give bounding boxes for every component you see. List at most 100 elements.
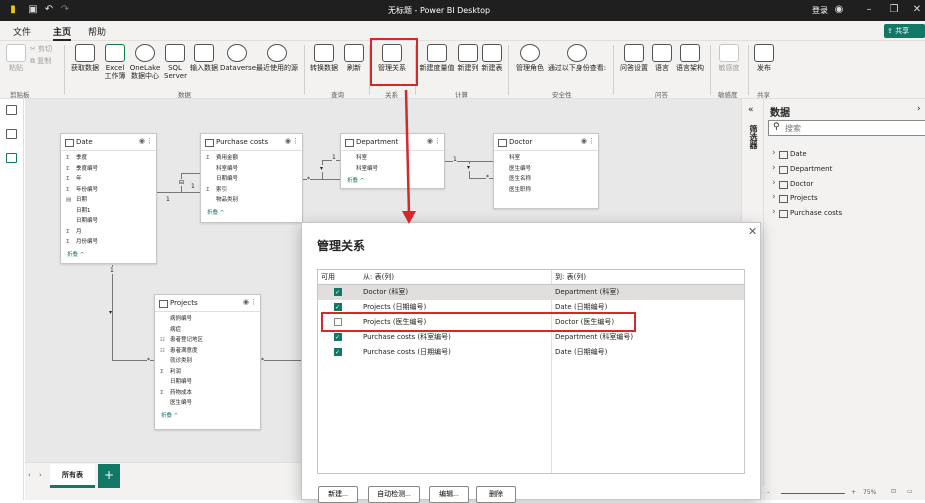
sensitivity-button[interactable]: 敏感度 [714, 44, 744, 72]
field-item[interactable]: Σ 年份编号 [61, 185, 156, 196]
collapse-link[interactable]: 折叠 ^ [201, 206, 302, 216]
field-item[interactable]: ▤ 日期 [61, 195, 156, 206]
data-table-projects[interactable]: Projects [772, 192, 818, 203]
delete-relationship-button[interactable]: 删除 [476, 486, 516, 503]
field-item[interactable]: 物品类别 [201, 195, 302, 206]
table-card-header[interactable]: Doctor ◉ ⋮ [494, 134, 598, 151]
active-checkbox[interactable] [334, 300, 342, 315]
table-card-doctor[interactable]: Doctor ◉ ⋮ 科室 医生编号 医生名称 医生职称 [493, 133, 599, 209]
table-row[interactable]: Purchase costs (日期编号) Date (日期编号) [318, 345, 744, 360]
zoom-in-icon[interactable]: + [851, 489, 856, 496]
data-table-date[interactable]: Date [772, 148, 807, 159]
data-table-purchase-costs[interactable]: Purchase costs [772, 207, 842, 218]
search-box[interactable]: ⚲ [768, 120, 925, 136]
expand-icon[interactable]: « [748, 105, 754, 115]
relationship-line[interactable] [322, 160, 340, 161]
relationship-line[interactable] [469, 178, 493, 179]
field-item[interactable]: 病例编号 [155, 314, 260, 325]
onelake-button[interactable]: OneLake 数据中心 [128, 44, 162, 80]
linguistic-schema-button[interactable]: 语言架构 [674, 44, 706, 72]
next-tab-icon[interactable]: › [39, 471, 42, 479]
eye-icon[interactable]: ◉ [139, 137, 145, 145]
table-card-header[interactable]: Date ◉ ⋮ [61, 134, 156, 151]
collapse-link[interactable]: 折叠 ^ [341, 174, 444, 184]
dataverse-button[interactable]: Dataverse [220, 44, 256, 72]
field-item[interactable]: ☷ 患者登记地区 [155, 335, 260, 346]
qa-setup-button[interactable]: 问答设置 [618, 44, 650, 72]
field-item[interactable]: Σ 利润 [155, 367, 260, 378]
field-item[interactable]: Σ年 [61, 174, 156, 185]
minimize-icon[interactable]: – [862, 3, 876, 17]
enter-data-button[interactable]: 输入数据 [188, 44, 220, 72]
zoom-slider[interactable] [781, 493, 845, 494]
share-button[interactable]: ⇪ 共享 [884, 24, 925, 38]
publish-button[interactable]: 发布 [752, 44, 776, 72]
table-view-icon[interactable] [6, 129, 17, 139]
field-item[interactable]: Σ 季度 [61, 153, 156, 164]
maximize-icon[interactable]: ❐ [887, 3, 901, 17]
more-icon[interactable]: ⋮ [434, 137, 441, 145]
field-item[interactable]: 日期1 [61, 206, 156, 217]
minimap-icon[interactable]: ▭ [907, 488, 913, 495]
menu-file[interactable]: 文件 [13, 25, 31, 38]
field-item[interactable]: Σ 药物成本 [155, 388, 260, 399]
model-view-icon[interactable] [6, 153, 17, 163]
close-dialog-icon[interactable]: ✕ [748, 225, 757, 238]
field-item[interactable]: 病症 [155, 325, 260, 336]
menu-help[interactable]: 帮助 [88, 25, 106, 38]
table-card-projects[interactable]: Projects ◉ ⋮ 病例编号 病症 ☷ 患者登记地区 ☷ 患者满意度 就诊类别 Σ… [154, 294, 261, 430]
autodetect-button[interactable]: 自动检测... [368, 486, 420, 503]
new-measure-button[interactable]: 新建度量值 [418, 44, 456, 72]
edit-relationship-button[interactable]: 编辑... [429, 486, 469, 503]
relationship-line[interactable] [157, 192, 200, 193]
data-table-department[interactable]: Department [772, 163, 832, 174]
table-card-purchase-costs[interactable]: Purchase costs ◉ ⋮ Σ 费用金额 科室编号 日期编号 Σ 索引 物品类… [200, 133, 303, 223]
table-card-header[interactable]: Department ◉ ⋮ [341, 134, 444, 151]
table-card-header[interactable]: Purchase costs ◉ ⋮ [201, 134, 302, 151]
table-card-date[interactable]: Date ◉ ⋮ Σ 季度 Σ 季度编号 Σ年 Σ 年份编号 ▤ 日期 日期1 日期编号 Σ… [60, 133, 157, 264]
eye-icon[interactable]: ◉ [285, 137, 291, 145]
prev-tab-icon[interactable]: ‹ [28, 471, 31, 479]
active-checkbox[interactable] [334, 330, 342, 345]
zoom-out-icon[interactable]: – [767, 489, 770, 496]
eye-icon[interactable]: ◉ [243, 298, 249, 306]
active-checkbox[interactable] [334, 345, 342, 360]
more-icon[interactable]: ⋮ [588, 137, 595, 145]
excel-button[interactable]: Excel 工作簿 [102, 44, 128, 80]
field-item[interactable]: Σ月 [61, 227, 156, 238]
table-row[interactable]: Purchase costs (科室编号) Department (科室编号) [318, 330, 744, 345]
relationship-line[interactable] [112, 265, 113, 360]
paste-button[interactable]: 粘贴 [5, 44, 27, 72]
language-button[interactable]: 语言 [650, 44, 674, 72]
search-input[interactable] [785, 122, 915, 134]
tab-all-tables[interactable]: 所有表 [50, 464, 95, 488]
field-item[interactable]: 科室编号 [341, 164, 444, 175]
field-item[interactable]: Σ 季度编号 [61, 164, 156, 175]
field-item[interactable]: 科室 [494, 153, 598, 164]
field-item[interactable]: 科室编号 [201, 164, 302, 175]
field-item[interactable]: 就诊类别 [155, 356, 260, 367]
transform-data-button[interactable]: 转换数据 [308, 44, 340, 72]
field-item[interactable]: 医生编号 [155, 398, 260, 409]
field-item[interactable]: Σ 月份编号 [61, 237, 156, 248]
more-icon[interactable]: ⋮ [292, 137, 299, 145]
field-item[interactable]: Σ 费用金额 [201, 153, 302, 164]
signin-link[interactable]: 登录 [812, 5, 828, 16]
sql-server-button[interactable]: SQL Server [164, 44, 187, 80]
recent-sources-button[interactable]: 最近使用的源 [254, 44, 300, 72]
table-card-header[interactable]: Projects ◉ ⋮ [155, 295, 260, 312]
field-item[interactable]: Σ 索引 [201, 185, 302, 196]
more-icon[interactable]: ⋮ [250, 298, 257, 306]
field-item[interactable]: ☷ 患者满意度 [155, 346, 260, 357]
add-layout-button[interactable]: + [98, 464, 120, 488]
new-table-button[interactable]: 新建表 [480, 44, 504, 72]
field-item[interactable]: 医生名称 [494, 174, 598, 185]
redo-icon[interactable]: ↷ [58, 3, 72, 17]
field-item[interactable]: 日期编号 [155, 377, 260, 388]
table-card-department[interactable]: Department ◉ ⋮ 科室 科室编号 折叠 ^ [340, 133, 445, 189]
field-item[interactable]: 医生职称 [494, 185, 598, 196]
manage-roles-button[interactable]: 管理角色 [514, 44, 546, 72]
close-window-icon[interactable]: ✕ [910, 3, 924, 17]
field-item[interactable]: 医生编号 [494, 164, 598, 175]
active-checkbox[interactable] [334, 285, 342, 300]
